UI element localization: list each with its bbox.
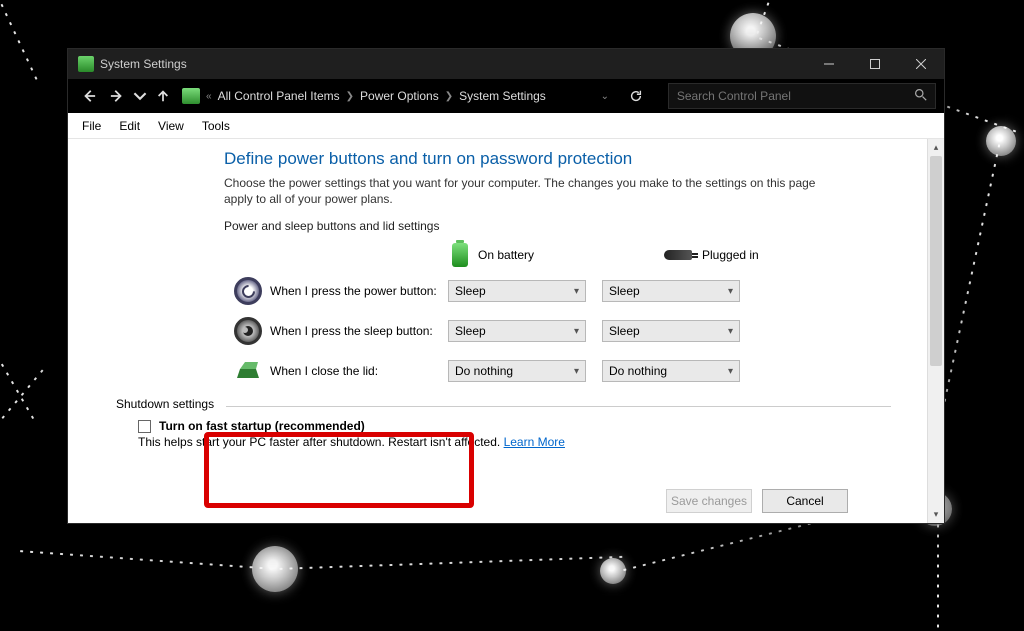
breadcrumb: All Control Panel Items ❯ Power Options …: [218, 89, 546, 103]
dialog-buttons: Save changes Cancel: [666, 489, 848, 513]
nav-recent-button[interactable]: [132, 83, 148, 109]
scroll-up-button[interactable]: ▴: [928, 139, 944, 156]
section-label: Power and sleep buttons and lid settings: [224, 219, 891, 233]
menu-file[interactable]: File: [74, 116, 109, 136]
row-label: When I close the lid:: [270, 364, 448, 378]
divider: [226, 406, 891, 407]
menu-view[interactable]: View: [150, 116, 192, 136]
page-description: Choose the power settings that you want …: [224, 175, 844, 207]
breadcrumb-root-sep: «: [206, 91, 212, 102]
refresh-button[interactable]: [622, 89, 650, 103]
address-dropdown-button[interactable]: ⌄: [594, 91, 616, 102]
battery-icon: [452, 243, 468, 267]
address-bar: « All Control Panel Items ❯ Power Option…: [68, 79, 944, 113]
search-icon[interactable]: [914, 88, 927, 104]
save-changes-button[interactable]: Save changes: [666, 489, 752, 513]
chevron-right-icon: ❯: [346, 91, 354, 102]
minimize-button[interactable]: [806, 49, 852, 79]
power-button-icon: [234, 277, 262, 305]
titlebar[interactable]: System Settings: [68, 49, 944, 79]
row-close-lid: When I close the lid: Do nothing Do noth…: [224, 357, 891, 385]
page-title: Define power buttons and turn on passwor…: [224, 149, 891, 169]
lid-icon: [234, 357, 262, 385]
cancel-button[interactable]: Cancel: [762, 489, 848, 513]
row-label: When I press the power button:: [270, 284, 448, 298]
location-icon: [182, 88, 200, 104]
system-settings-window: System Settings « All C: [67, 48, 945, 524]
scroll-track[interactable]: [928, 156, 944, 506]
row-sleep-button: When I press the sleep button: Sleep Sle…: [224, 317, 891, 345]
fast-startup-help: This helps start your PC faster after sh…: [138, 435, 891, 449]
chevron-right-icon: ❯: [445, 91, 453, 102]
menu-edit[interactable]: Edit: [111, 116, 148, 136]
scroll-thumb[interactable]: [930, 156, 942, 366]
column-on-battery: On battery: [478, 248, 534, 262]
sleep-button-battery-select[interactable]: Sleep: [448, 320, 586, 342]
sleep-button-icon: [234, 317, 262, 345]
learn-more-link[interactable]: Learn More: [504, 435, 565, 449]
content-area: Define power buttons and turn on passwor…: [68, 139, 927, 523]
column-plugged-in: Plugged in: [702, 248, 759, 262]
breadcrumb-item-all[interactable]: All Control Panel Items: [218, 89, 340, 103]
breadcrumb-item-system-settings[interactable]: System Settings: [459, 89, 546, 103]
lid-battery-select[interactable]: Do nothing: [448, 360, 586, 382]
fast-startup-checkbox[interactable]: [138, 420, 151, 433]
lid-plugged-select[interactable]: Do nothing: [602, 360, 740, 382]
plug-icon: [664, 250, 692, 260]
power-button-plugged-select[interactable]: Sleep: [602, 280, 740, 302]
nav-forward-button[interactable]: [104, 83, 130, 109]
app-icon: [78, 56, 94, 72]
window-title: System Settings: [100, 57, 187, 71]
column-headers: On battery Plugged in: [452, 243, 891, 267]
row-power-button: When I press the power button: Sleep Sle…: [224, 277, 891, 305]
shutdown-settings-section: Shutdown settings Turn on fast startup (…: [116, 397, 891, 449]
nav-up-button[interactable]: [150, 83, 176, 109]
power-button-battery-select[interactable]: Sleep: [448, 280, 586, 302]
menu-bar: File Edit View Tools: [68, 113, 944, 139]
nav-back-button[interactable]: [76, 83, 102, 109]
row-label: When I press the sleep button:: [270, 324, 448, 338]
close-button[interactable]: [898, 49, 944, 79]
sleep-button-plugged-select[interactable]: Sleep: [602, 320, 740, 342]
search-box[interactable]: [668, 83, 936, 109]
breadcrumb-item-power-options[interactable]: Power Options: [360, 89, 439, 103]
scroll-down-button[interactable]: ▾: [928, 506, 944, 523]
menu-tools[interactable]: Tools: [194, 116, 238, 136]
vertical-scrollbar[interactable]: ▴ ▾: [927, 139, 944, 523]
fast-startup-label: Turn on fast startup (recommended): [159, 419, 365, 433]
shutdown-title: Shutdown settings: [116, 397, 891, 411]
maximize-button[interactable]: [852, 49, 898, 79]
search-input[interactable]: [677, 89, 914, 103]
